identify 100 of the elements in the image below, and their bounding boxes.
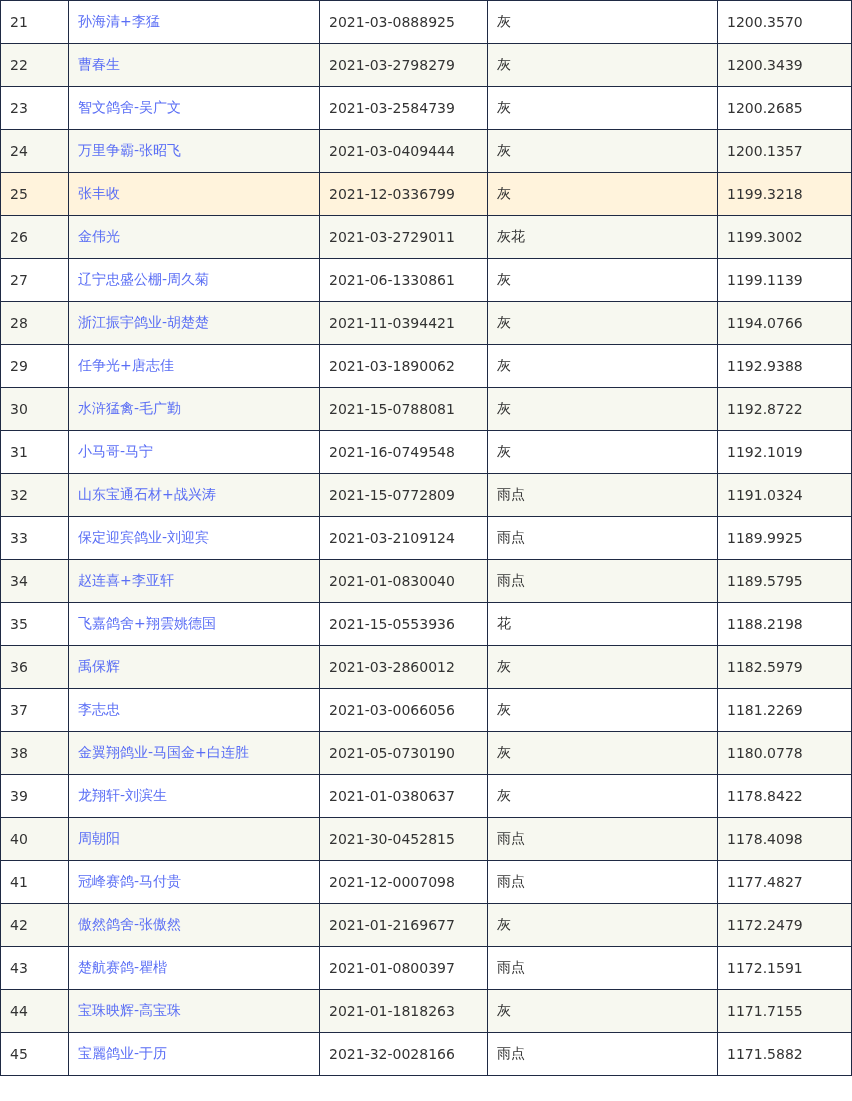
score-cell: 1171.7155 xyxy=(717,989,852,1033)
rank-cell: 27 xyxy=(0,258,69,302)
name-link[interactable]: 周朝阳 xyxy=(78,830,120,846)
ring-cell: 2021-06-1330861 xyxy=(319,258,488,302)
score-cell: 1192.9388 xyxy=(717,344,852,388)
score-cell: 1192.8722 xyxy=(717,387,852,431)
name-link[interactable]: 禹保辉 xyxy=(78,658,120,674)
ring-cell: 2021-15-0788081 xyxy=(319,387,488,431)
rank-cell: 33 xyxy=(0,516,69,560)
score-cell: 1171.5882 xyxy=(717,1032,852,1076)
color-cell: 灰 xyxy=(487,0,718,44)
ring-cell: 2021-32-0028166 xyxy=(319,1032,488,1076)
rank-cell: 41 xyxy=(0,860,69,904)
name-link[interactable]: 山东宝通石材+战兴涛 xyxy=(78,486,216,502)
color-cell: 灰 xyxy=(487,301,718,345)
rank-cell: 28 xyxy=(0,301,69,345)
name-link[interactable]: 保定迎宾鸽业-刘迎宾 xyxy=(78,529,210,545)
score-cell: 1200.3439 xyxy=(717,43,852,87)
rank-cell: 42 xyxy=(0,903,69,947)
name-link[interactable]: 赵连喜+李亚轩 xyxy=(78,572,174,588)
ring-cell: 2021-01-2169677 xyxy=(319,903,488,947)
rank-cell: 24 xyxy=(0,129,69,173)
color-cell: 灰 xyxy=(487,989,718,1033)
color-cell: 雨点 xyxy=(487,860,718,904)
ring-cell: 2021-03-0888925 xyxy=(319,0,488,44)
color-cell: 灰 xyxy=(487,129,718,173)
color-cell: 花 xyxy=(487,602,718,646)
ring-cell: 2021-03-2109124 xyxy=(319,516,488,560)
name-link[interactable]: 张丰收 xyxy=(78,185,120,201)
score-cell: 1200.3570 xyxy=(717,0,852,44)
color-cell: 灰 xyxy=(487,172,718,216)
ring-cell: 2021-01-0800397 xyxy=(319,946,488,990)
name-link[interactable]: 冠峰赛鸽-马付贵 xyxy=(78,873,182,889)
rank-cell: 22 xyxy=(0,43,69,87)
score-cell: 1177.4827 xyxy=(717,860,852,904)
score-cell: 1181.2269 xyxy=(717,688,852,732)
name-link[interactable]: 楚航赛鸽-瞿楷 xyxy=(78,959,168,975)
rank-cell: 29 xyxy=(0,344,69,388)
ring-cell: 2021-11-0394421 xyxy=(319,301,488,345)
score-cell: 1180.0778 xyxy=(717,731,852,775)
ring-cell: 2021-01-0380637 xyxy=(319,774,488,818)
score-cell: 1192.1019 xyxy=(717,430,852,474)
name-link[interactable]: 龙翔轩-刘滨生 xyxy=(78,787,168,803)
color-cell: 雨点 xyxy=(487,946,718,990)
name-link[interactable]: 小马哥-马宁 xyxy=(78,443,154,459)
name-link[interactable]: 飞嘉鸽舍+翔雲姚德国 xyxy=(78,615,216,631)
name-link[interactable]: 金伟光 xyxy=(78,228,120,244)
color-cell: 灰 xyxy=(487,688,718,732)
color-cell: 雨点 xyxy=(487,473,718,517)
rank-cell: 43 xyxy=(0,946,69,990)
score-cell: 1178.8422 xyxy=(717,774,852,818)
score-cell: 1199.1139 xyxy=(717,258,852,302)
rank-cell: 38 xyxy=(0,731,69,775)
rank-cell: 39 xyxy=(0,774,69,818)
color-cell: 灰 xyxy=(487,903,718,947)
name-link[interactable]: 曹春生 xyxy=(78,56,120,72)
name-link[interactable]: 辽宁忠盛公棚-周久菊 xyxy=(78,271,210,287)
rank-cell: 36 xyxy=(0,645,69,689)
name-link[interactable]: 水浒猛禽-毛广勤 xyxy=(78,400,182,416)
name-link[interactable]: 孙海清+李猛 xyxy=(78,13,160,29)
color-cell: 雨点 xyxy=(487,516,718,560)
rank-cell: 32 xyxy=(0,473,69,517)
name-link[interactable]: 任争光+唐志佳 xyxy=(78,357,174,373)
ring-cell: 2021-03-2584739 xyxy=(319,86,488,130)
score-cell: 1194.0766 xyxy=(717,301,852,345)
ring-cell: 2021-30-0452815 xyxy=(319,817,488,861)
score-cell: 1199.3218 xyxy=(717,172,852,216)
ring-cell: 2021-12-0336799 xyxy=(319,172,488,216)
name-link[interactable]: 浙江振宇鸽业-胡楚楚 xyxy=(78,314,210,330)
rank-cell: 31 xyxy=(0,430,69,474)
name-link[interactable]: 李志忠 xyxy=(78,701,120,717)
name-link[interactable]: 宝珠映辉-高宝珠 xyxy=(78,1002,182,1018)
color-cell: 灰 xyxy=(487,731,718,775)
rank-cell: 26 xyxy=(0,215,69,259)
rank-cell: 45 xyxy=(0,1032,69,1076)
ring-cell: 2021-01-1818263 xyxy=(319,989,488,1033)
score-cell: 1189.5795 xyxy=(717,559,852,603)
name-link[interactable]: 傲然鸽舍-张傲然 xyxy=(78,916,182,932)
color-cell: 雨点 xyxy=(487,817,718,861)
rank-cell: 35 xyxy=(0,602,69,646)
ring-cell: 2021-03-0066056 xyxy=(319,688,488,732)
color-cell: 雨点 xyxy=(487,559,718,603)
color-cell: 灰 xyxy=(487,258,718,302)
color-cell: 灰 xyxy=(487,645,718,689)
color-cell: 灰花 xyxy=(487,215,718,259)
score-cell: 1172.2479 xyxy=(717,903,852,947)
ring-cell: 2021-16-0749548 xyxy=(319,430,488,474)
rank-cell: 30 xyxy=(0,387,69,431)
name-link[interactable]: 万里争霸-张昭飞 xyxy=(78,142,182,158)
score-cell: 1172.1591 xyxy=(717,946,852,990)
ring-cell: 2021-03-1890062 xyxy=(319,344,488,388)
ring-cell: 2021-15-0553936 xyxy=(319,602,488,646)
name-link[interactable]: 智文鸽舍-吴广文 xyxy=(78,99,182,115)
score-cell: 1178.4098 xyxy=(717,817,852,861)
rank-cell: 23 xyxy=(0,86,69,130)
ring-cell: 2021-12-0007098 xyxy=(319,860,488,904)
color-cell: 灰 xyxy=(487,430,718,474)
ring-cell: 2021-03-2729011 xyxy=(319,215,488,259)
ring-cell: 2021-03-2798279 xyxy=(319,43,488,87)
name-link[interactable]: 宝麗鸽业-于历 xyxy=(78,1045,168,1061)
